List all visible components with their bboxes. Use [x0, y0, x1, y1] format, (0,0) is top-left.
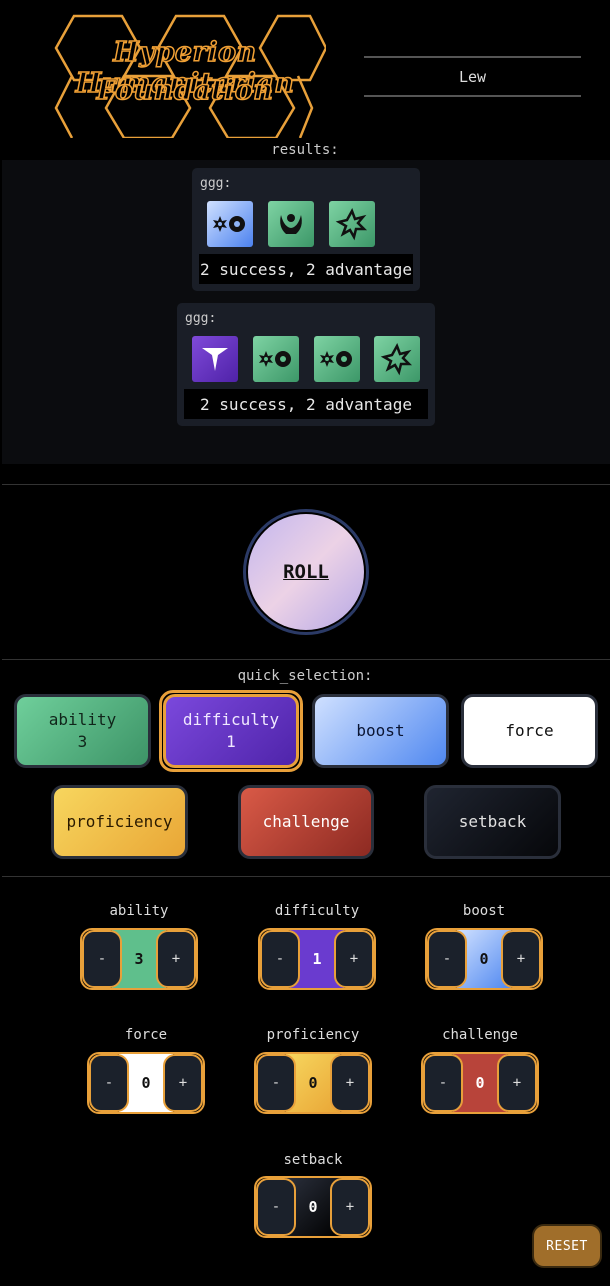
stepper-label-challenge: challenge — [442, 1027, 518, 1043]
quick-select-name: difficulty — [182, 710, 280, 729]
username-field[interactable]: Lew — [364, 56, 581, 97]
quick-select-name: ability — [48, 710, 117, 729]
quick-select-force[interactable]: force — [461, 694, 598, 768]
foundation-logo: Hyperion Humanitarian Foundation — [44, 14, 328, 140]
quick-select-count: 3 — [77, 732, 88, 751]
increment-button[interactable]: + — [501, 930, 541, 988]
stepper-label-proficiency: proficiency — [266, 1027, 360, 1043]
boost-die-success-advantage-icon — [207, 201, 253, 247]
quick-select-name: setback — [458, 812, 527, 831]
quick-select-boost[interactable]: boost — [312, 694, 449, 768]
ability-die-success-advantage-icon — [253, 336, 299, 382]
quick-select-count: 1 — [226, 732, 236, 751]
increment-button[interactable]: + — [330, 1054, 370, 1112]
roll-summary: 2 success, 2 advantage — [199, 254, 413, 284]
stepper-label-setback: setback — [283, 1152, 343, 1168]
quick-selection-label: quick_selection: — [237, 668, 373, 684]
quick-select-name: proficiency — [66, 812, 173, 831]
decrement-button[interactable]: - — [260, 930, 300, 988]
roll-button[interactable]: ROLL — [248, 514, 364, 630]
quick-select-challenge[interactable]: challenge — [238, 785, 374, 859]
increment-button[interactable]: + — [334, 930, 374, 988]
ability-die-success-advantage-icon — [314, 336, 360, 382]
reset-button[interactable]: RESET — [532, 1224, 602, 1268]
ability-die-success-icon — [329, 201, 375, 247]
roll-summary: 2 success, 2 advantage — [184, 389, 428, 419]
decrement-button[interactable]: - — [82, 930, 122, 988]
stepper-label-force: force — [124, 1027, 168, 1043]
decrement-button[interactable]: - — [256, 1178, 296, 1236]
ability-die-advantage-icon — [268, 201, 314, 247]
divider — [2, 659, 610, 660]
decrement-button[interactable]: - — [427, 930, 467, 988]
quick-select-name: boost — [356, 721, 405, 740]
ability-die-success-icon — [374, 336, 420, 382]
increment-button[interactable]: + — [330, 1178, 370, 1236]
decrement-button[interactable]: - — [256, 1054, 296, 1112]
increment-button[interactable]: + — [163, 1054, 203, 1112]
stepper-force: 0 - + — [87, 1052, 205, 1114]
stepper-proficiency: 0 - + — [254, 1052, 372, 1114]
result-label: ggg: — [200, 176, 232, 191]
difficulty-die-threat-icon — [192, 336, 238, 382]
quick-select-setback[interactable]: setback — [424, 785, 561, 859]
stepper-label-ability: ability — [109, 903, 169, 919]
stepper-setback: 0 - + — [254, 1176, 372, 1238]
roll-button-ring: ROLL — [243, 509, 369, 635]
results-label: results: — [271, 142, 339, 158]
decrement-button[interactable]: - — [423, 1054, 463, 1112]
stepper-label-difficulty: difficulty — [274, 903, 360, 919]
quick-select-name: challenge — [262, 812, 350, 831]
stepper-difficulty: 1 - + — [258, 928, 376, 990]
logo-text-line2: Foundation — [96, 74, 274, 107]
stepper-label-boost: boost — [462, 903, 506, 919]
result-card: ggg: 2 success, 2 advantage — [192, 168, 420, 291]
stepper-boost: 0 - + — [425, 928, 543, 990]
stepper-ability: 3 - + — [80, 928, 198, 990]
divider — [2, 484, 610, 485]
results-panel: ggg: 2 success, 2 advantage ggg: 2 succe… — [2, 160, 610, 464]
stepper-challenge: 0 - + — [421, 1052, 539, 1114]
increment-button[interactable]: + — [497, 1054, 537, 1112]
increment-button[interactable]: + — [156, 930, 196, 988]
quick-select-proficiency[interactable]: proficiency — [51, 785, 188, 859]
quick-select-name: force — [505, 721, 554, 740]
quick-select-difficulty[interactable]: difficulty 1 — [163, 694, 299, 768]
quick-select-ability[interactable]: ability 3 — [14, 694, 151, 768]
result-card: ggg: 2 success, 2 advantage — [177, 303, 435, 426]
result-label: ggg: — [185, 311, 217, 326]
decrement-button[interactable]: - — [89, 1054, 129, 1112]
divider — [2, 876, 610, 877]
